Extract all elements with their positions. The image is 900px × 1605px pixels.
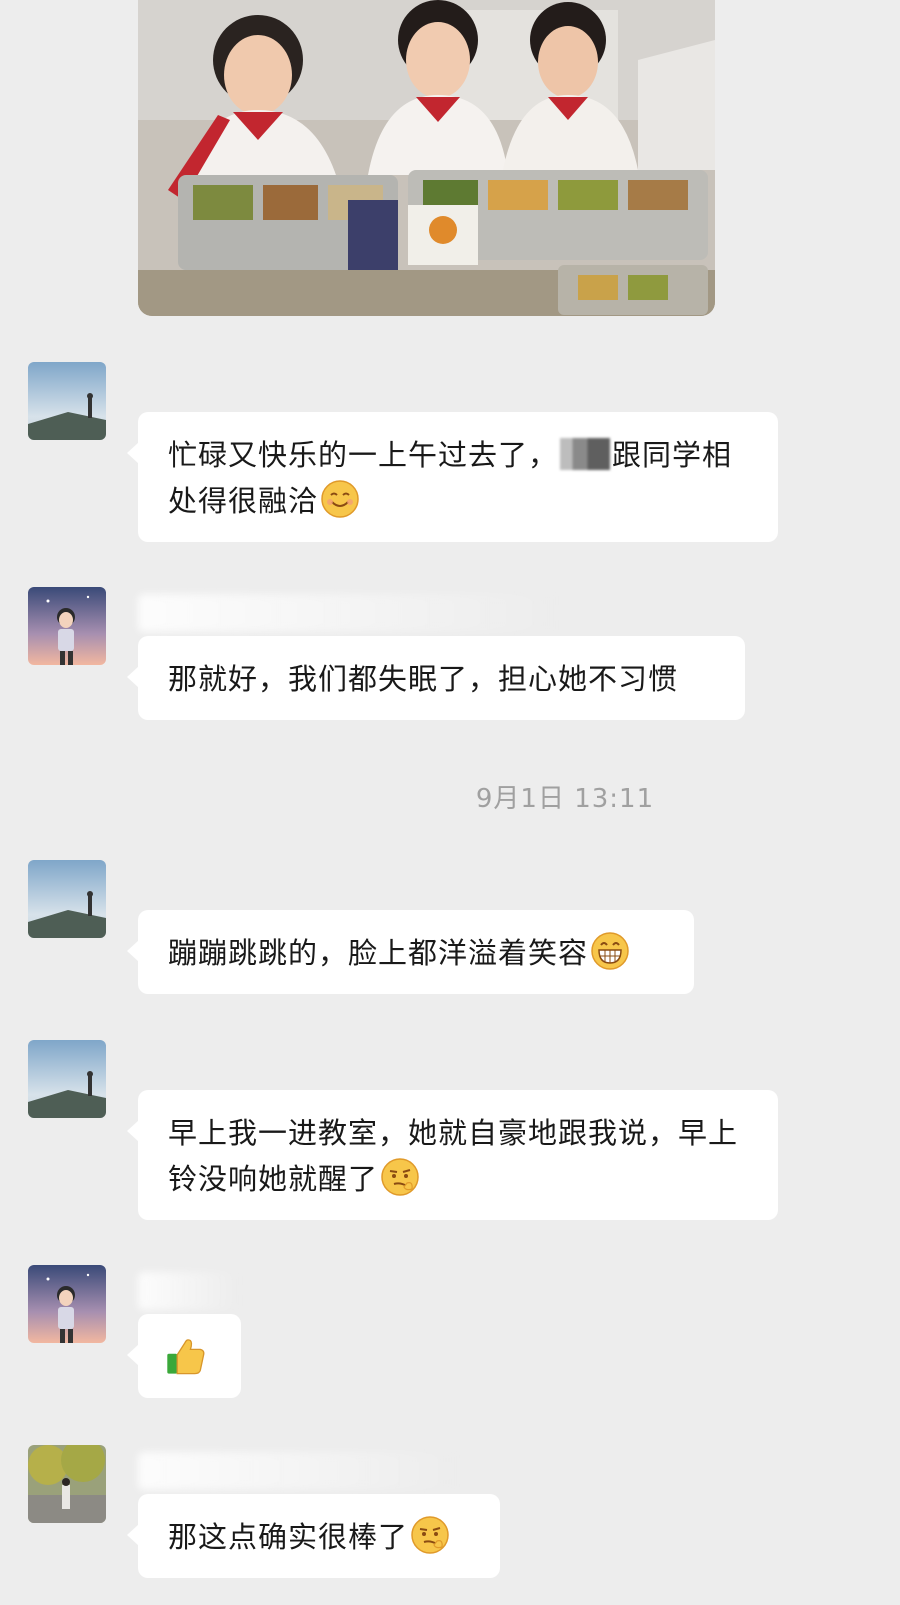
message-bubble[interactable]	[127, 1314, 241, 1398]
redacted-name	[560, 438, 611, 470]
message-text: 蹦蹦跳跳的，脸上都洋溢着笑容	[168, 936, 589, 970]
message-bubble[interactable]: 蹦蹦跳跳的，脸上都洋溢着笑容	[127, 910, 694, 994]
message-text: 忙碌又快乐的一上午过去了，	[168, 438, 559, 472]
smirk-emoji-icon	[411, 1516, 449, 1554]
smile-emoji-icon	[321, 480, 359, 518]
avatar-other[interactable]	[28, 1445, 106, 1523]
grin-emoji-icon	[591, 932, 629, 970]
avatar-teacher[interactable]	[28, 1040, 106, 1118]
seaside-avatar-image	[28, 1040, 106, 1118]
avatar-parent[interactable]	[28, 1265, 106, 1343]
message-text: 那就好，我们都失眠了，担心她不习惯	[168, 662, 679, 696]
avatar-teacher[interactable]	[28, 362, 106, 440]
message-bubble[interactable]: 那就好，我们都失眠了，担心她不习惯	[127, 636, 745, 720]
sender-name-redacted	[138, 1452, 458, 1490]
message-text: 早上我一进教室，她就自豪地跟我说，早上铃没响她就醒了	[168, 1116, 739, 1196]
sender-name-redacted	[138, 594, 558, 632]
children-lunch-photo	[138, 0, 715, 316]
avatar-teacher[interactable]	[28, 860, 106, 938]
message-bubble[interactable]: 早上我一进教室，她就自豪地跟我说，早上铃没响她就醒了	[127, 1090, 778, 1220]
smirk-emoji-icon	[381, 1158, 419, 1196]
message-bubble[interactable]: 那这点确实很棒了	[127, 1494, 500, 1578]
timestamp: 9月1日 13:11	[475, 784, 655, 814]
park-avatar-image	[28, 1445, 106, 1523]
anime-boy-avatar-image	[28, 587, 106, 665]
seaside-avatar-image	[28, 362, 106, 440]
photo-message[interactable]	[138, 0, 715, 316]
avatar-parent[interactable]	[28, 587, 106, 665]
anime-boy-avatar-image	[28, 1265, 106, 1343]
message-bubble[interactable]: 忙碌又快乐的一上午过去了， 跟同学相处得很融洽	[127, 412, 778, 542]
sender-name-redacted	[138, 1272, 238, 1310]
thumbs-up-icon	[167, 1339, 205, 1375]
message-text: 那这点确实很棒了	[168, 1520, 409, 1554]
seaside-avatar-image	[28, 860, 106, 938]
